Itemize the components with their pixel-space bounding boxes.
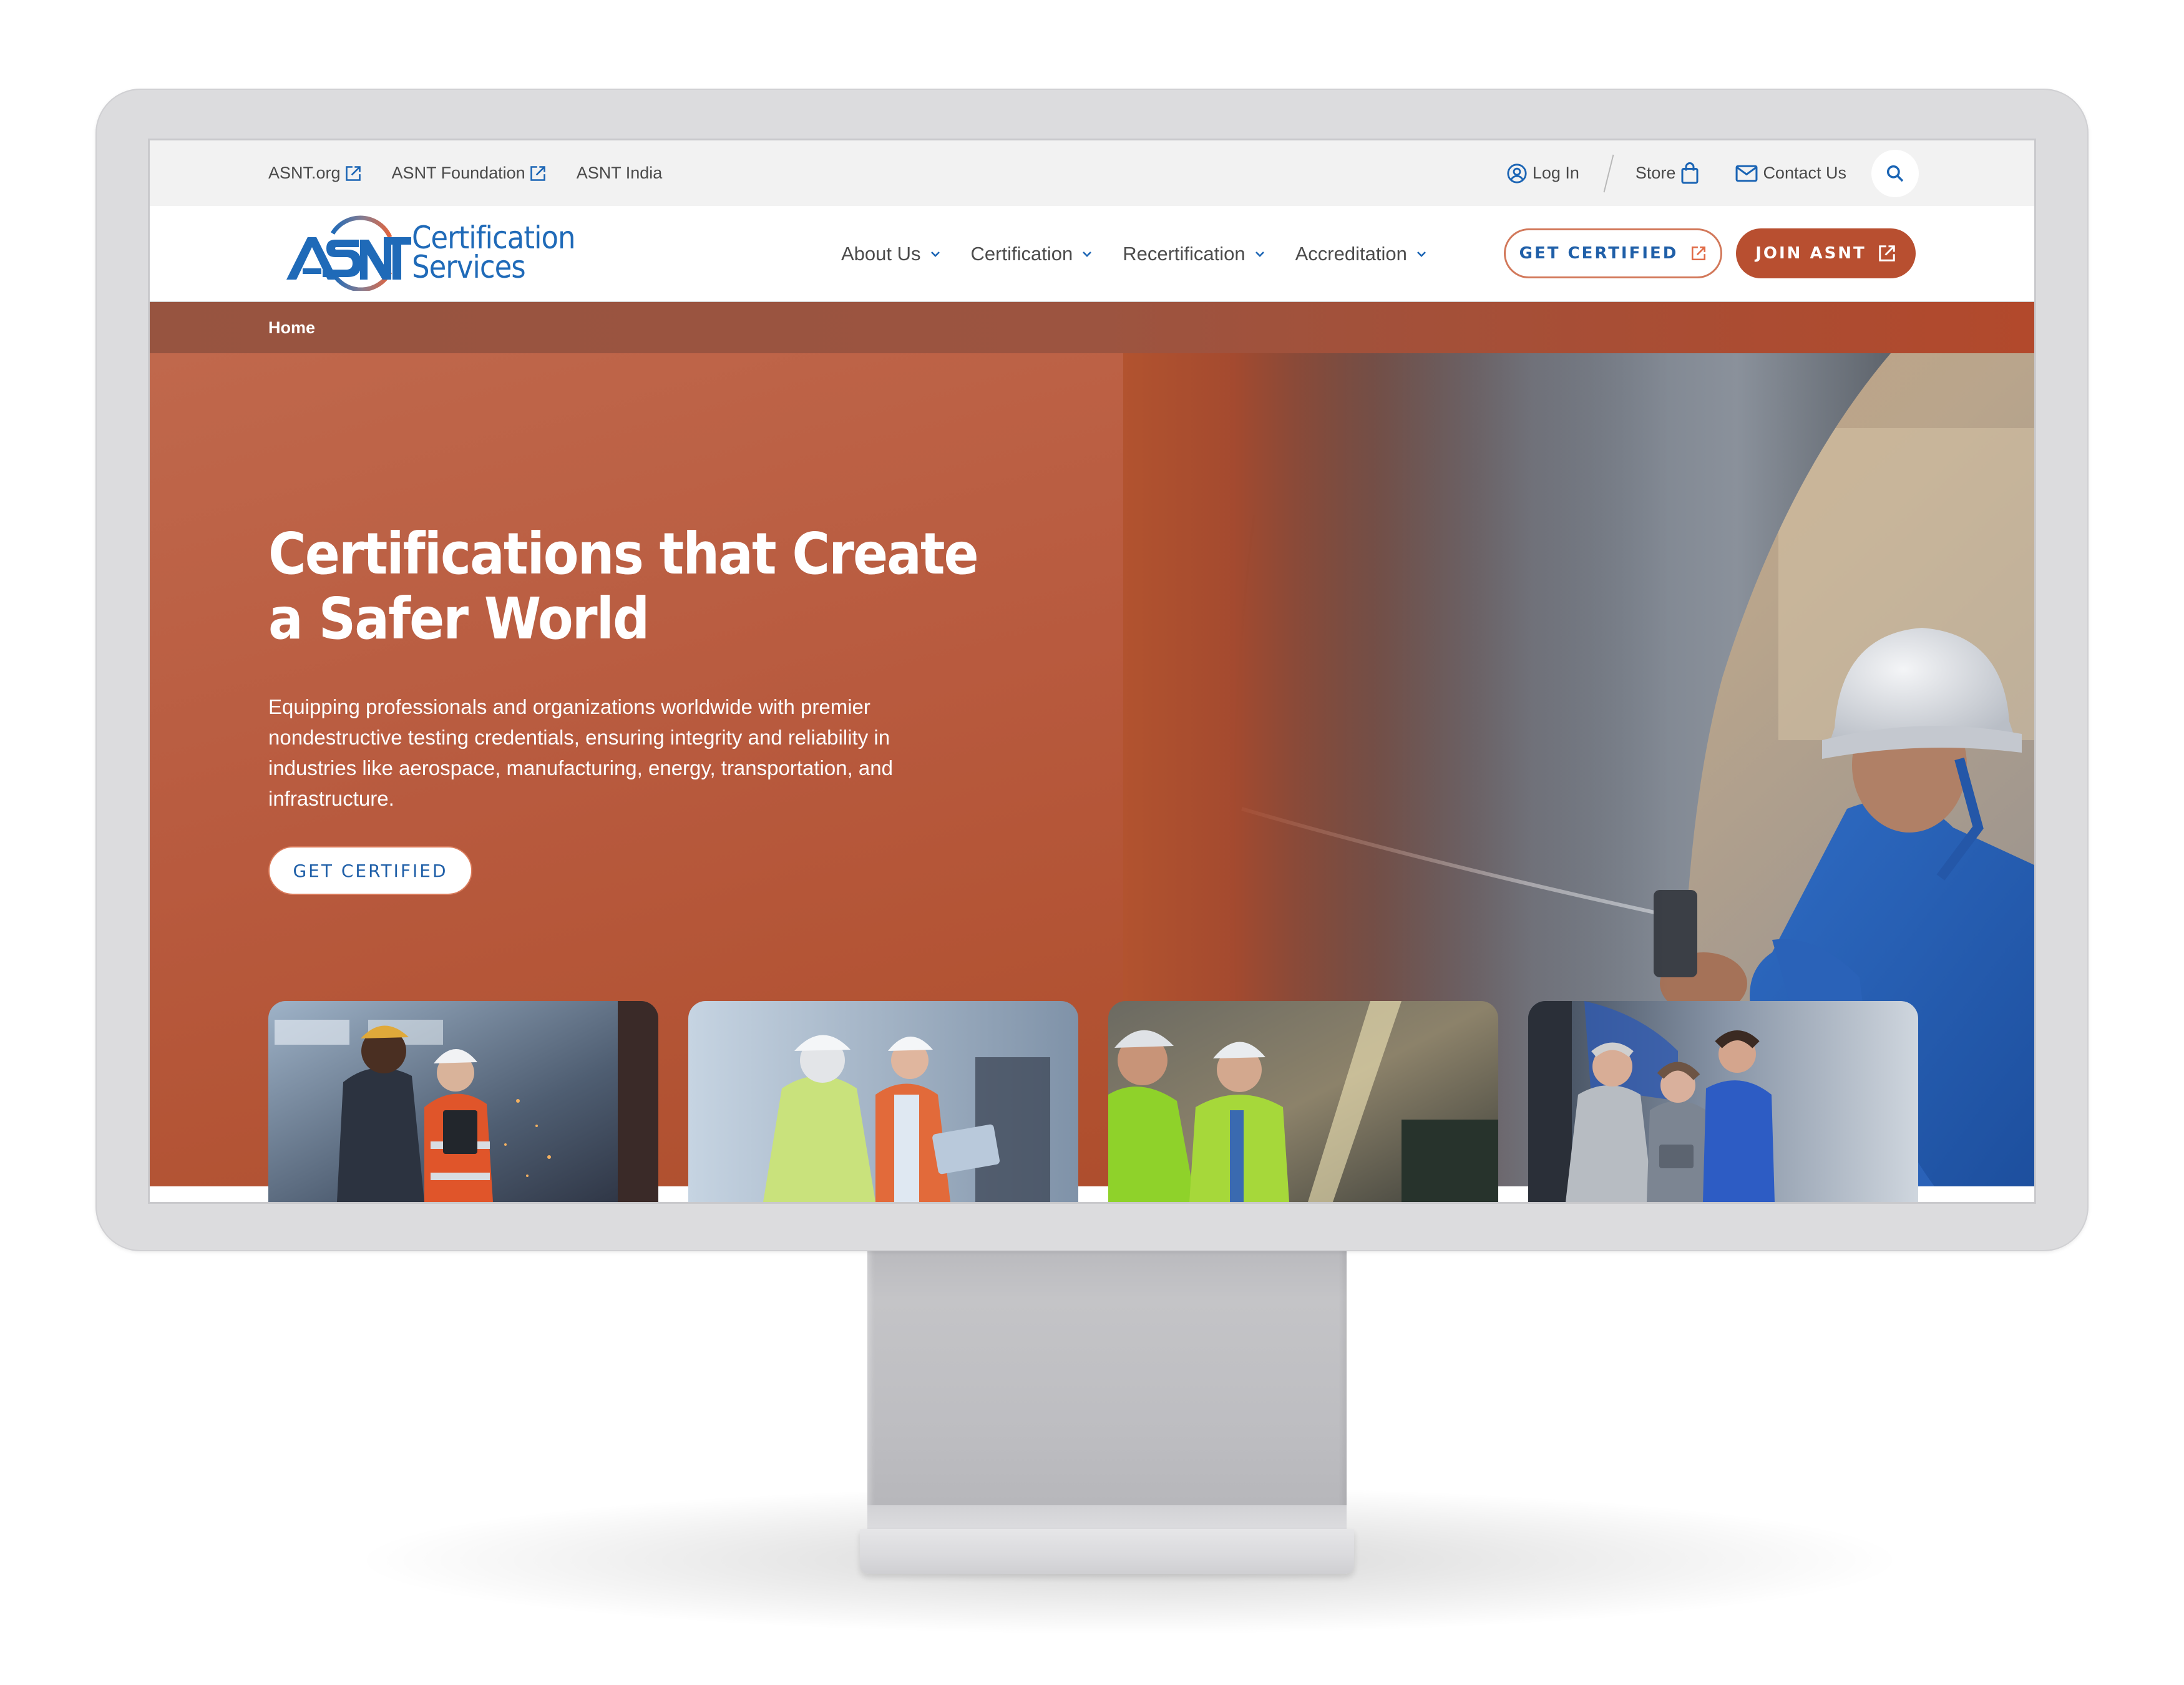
login-label: Log In (1532, 164, 1579, 182)
asnt-india-label: ASNT India (576, 164, 663, 182)
card-photo-workers-green-jackets (1108, 1001, 1498, 1202)
search-icon (1886, 165, 1904, 182)
nav-accreditation-label: Accreditation (1295, 243, 1407, 265)
chevron-down-icon (1416, 252, 1426, 257)
breadcrumb: Home (150, 302, 2034, 353)
utility-divider (1603, 154, 1614, 192)
nav-certification-label: Certification (970, 243, 1073, 265)
external-link-icon (1692, 246, 1706, 261)
external-link-icon (530, 165, 545, 181)
nav-certification[interactable]: Certification (971, 243, 1093, 265)
main-header: Certification Services About Us Certific… (150, 206, 2034, 302)
asnt-foundation-link[interactable]: ASNT Foundation (392, 164, 547, 183)
card-photo-engineers-laptop (688, 1001, 1078, 1202)
chevron-down-icon (1255, 252, 1264, 257)
utility-actions: Log In Store Contact Us (1506, 140, 1919, 206)
get-certified-hero-button[interactable]: GET CERTIFIED (268, 846, 472, 895)
site-logo[interactable]: Certification Services (284, 215, 575, 291)
primary-nav: About Us Certification Recertification A… (841, 206, 1427, 302)
store-label: Store (1635, 164, 1676, 182)
chevron-down-icon (1083, 252, 1092, 257)
shopping-bag-icon (1681, 162, 1699, 183)
logo-wordmark: Certification Services (412, 220, 575, 285)
utility-links: ASNT.org ASNT Foundation ASNT India (268, 140, 662, 206)
hero-description: Equipping professionals and organization… (268, 695, 893, 810)
nav-about-us-label: About Us (841, 243, 921, 265)
nav-recertification-label: Recertification (1123, 243, 1246, 265)
asnt-logo-icon (286, 215, 411, 291)
logo-line-2: Services (412, 249, 526, 285)
monitor-stand-base (860, 1529, 1354, 1574)
contact-link[interactable]: Contact Us (1735, 164, 1846, 183)
card-photo-technicians-garage (1528, 1001, 1918, 1202)
join-asnt-label: JOIN ASNT (1755, 244, 1866, 263)
store-link[interactable]: Store (1636, 162, 1700, 185)
hero-title: Certifications that Create a Safer World (268, 520, 979, 652)
card-photo-factory-workers (268, 1001, 658, 1202)
asnt-org-link[interactable]: ASNT.org (268, 164, 362, 183)
asnt-india-link[interactable]: ASNT India (577, 164, 663, 183)
logo-line-1: Certification (412, 220, 575, 256)
feature-card-2[interactable] (688, 1001, 1078, 1202)
external-link-icon (1879, 245, 1895, 261)
chevron-down-icon (930, 252, 940, 257)
monitor-stand-neck (867, 1245, 1347, 1513)
feature-card-3[interactable] (1108, 1001, 1498, 1202)
feature-card-1[interactable] (268, 1001, 658, 1202)
mail-icon (1735, 165, 1758, 182)
monitor-screen: ASNT.org ASNT Foundation ASNT India Log … (150, 140, 2034, 1202)
search-button[interactable] (1871, 149, 1919, 197)
breadcrumb-home[interactable]: Home (268, 302, 315, 353)
external-link-icon (345, 165, 361, 181)
nav-about-us[interactable]: About Us (841, 243, 941, 265)
join-asnt-button[interactable]: JOIN ASNT (1736, 228, 1916, 278)
user-circle-icon (1507, 163, 1527, 183)
login-link[interactable]: Log In (1506, 163, 1579, 184)
feature-cards (268, 1001, 1918, 1202)
feature-card-4[interactable] (1528, 1001, 1918, 1202)
utility-bar: ASNT.org ASNT Foundation ASNT India Log … (150, 140, 2034, 206)
get-certified-header-label: GET CERTIFIED (1519, 244, 1679, 263)
get-certified-hero-label: GET CERTIFIED (293, 860, 448, 881)
asnt-foundation-label: ASNT Foundation (391, 164, 525, 182)
nav-recertification[interactable]: Recertification (1123, 243, 1265, 265)
get-certified-header-button[interactable]: GET CERTIFIED (1504, 228, 1722, 278)
contact-label: Contact Us (1763, 164, 1846, 182)
monitor-stand-lip (867, 1505, 1347, 1530)
asnt-org-label: ASNT.org (268, 164, 341, 182)
nav-accreditation[interactable]: Accreditation (1295, 243, 1427, 265)
